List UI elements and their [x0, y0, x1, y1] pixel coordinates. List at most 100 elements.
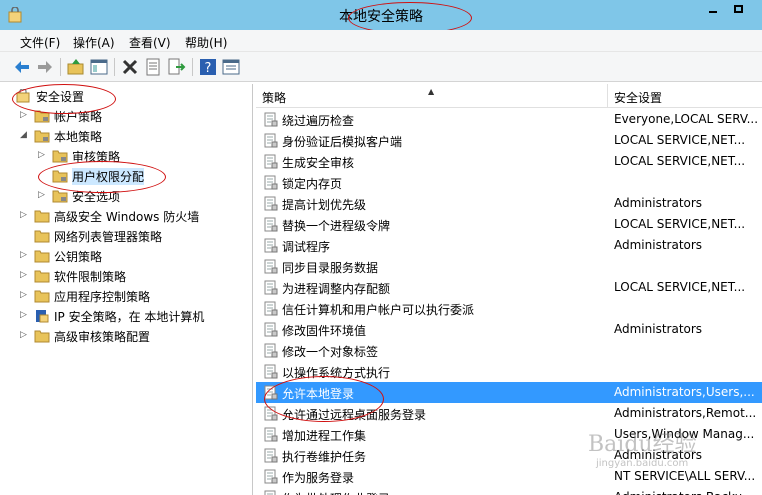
tree-item-application-control[interactable]: ▷ 应用程序控制策略 [0, 286, 252, 306]
watermark: Baidu经验 [588, 432, 697, 457]
tree-item-label: 帐户策略 [54, 110, 103, 124]
tree-item-label: IP 安全策略，在 本地计算机 [54, 310, 205, 324]
policy-icon [264, 133, 278, 148]
table-row[interactable]: 锁定内存页 [256, 172, 762, 193]
maximize-button[interactable] [726, 0, 752, 20]
tree-item-ip-security[interactable]: ▷ IP 安全策略，在 本地计算机 [0, 306, 252, 326]
table-row[interactable]: 以操作系统方式执行 [256, 361, 762, 382]
menu-help[interactable]: 帮助(H) [185, 34, 227, 51]
menu-action[interactable]: 操作(A) [73, 34, 115, 51]
chevron-right-icon[interactable]: ▷ [20, 310, 30, 320]
tree-item-software-restriction[interactable]: ▷ 软件限制策略 [0, 266, 252, 286]
toolbar-separator [60, 58, 61, 76]
policy-icon [264, 238, 278, 253]
table-row[interactable]: 作为服务登录 NT SERVICE\ALL SERV... [256, 466, 762, 487]
table-row[interactable]: 提高计划优先级 Administrators [256, 193, 762, 214]
chevron-right-icon[interactable]: ▷ [20, 270, 30, 280]
sort-ascending-icon: ▲ [428, 87, 435, 96]
tree-item-audit-policy[interactable]: ▷ 审核策略 [0, 146, 252, 166]
tree-item-windows-firewall[interactable]: ▷ 高级安全 Windows 防火墙 [0, 206, 252, 226]
policy-name: 绕过遍历检查 [282, 114, 355, 128]
chevron-right-icon[interactable]: ▷ [20, 110, 30, 120]
policy-name: 身份验证后模拟客户端 [282, 135, 403, 149]
table-row[interactable]: 作为批处理作业登录 Administrators,Backu... [256, 487, 762, 495]
toolbar-separator [114, 58, 115, 76]
table-row[interactable]: 允许本地登录 Administrators,Users,... [256, 382, 762, 403]
properties-button[interactable] [143, 57, 163, 77]
policy-name: 作为服务登录 [282, 471, 355, 485]
tree-item-label: 高级安全 Windows 防火墙 [54, 210, 200, 224]
table-row[interactable]: 修改固件环境值 Administrators [256, 319, 762, 340]
up-one-level-button[interactable] [66, 57, 86, 77]
tree-item-security-settings[interactable]: 安全设置 [0, 86, 252, 106]
tree-item-advanced-audit[interactable]: ▷ 高级审核策略配置 [0, 326, 252, 346]
tree-item-label: 用户权限分配 [72, 168, 145, 185]
security-setting-value: Administrators [614, 322, 703, 336]
watermark-url: jingyan.baidu.com [596, 458, 689, 469]
export-list-button[interactable] [166, 57, 186, 77]
maximize-icon [734, 5, 743, 13]
policy-name: 执行卷维护任务 [282, 450, 367, 464]
delete-button[interactable] [120, 57, 140, 77]
view-icon [222, 59, 240, 75]
forward-button[interactable] [35, 57, 55, 77]
locked-folder-icon [52, 170, 68, 183]
locked-folder-icon [52, 190, 68, 203]
tree-item-label: 审核策略 [72, 150, 121, 164]
table-row[interactable]: 信任计算机和用户帐户可以执行委派 [256, 298, 762, 319]
tree-item-label: 高级审核策略配置 [54, 330, 151, 344]
table-row[interactable]: 允许通过远程桌面服务登录 Administrators,Remot... [256, 403, 762, 424]
console-tree[interactable]: 安全设置 ▷ 帐户策略 ◢ 本地策略 ▷ 审核策略 用户权限分配 ▷ 安全选项 … [0, 84, 253, 495]
policy-name: 替换一个进程级令牌 [282, 219, 391, 233]
export-list-icon [168, 58, 186, 75]
tree-item-user-rights-assignment[interactable]: 用户权限分配 [0, 166, 252, 186]
folder-icon [34, 250, 50, 263]
show-hide-console-tree-button[interactable] [89, 57, 109, 77]
view-button[interactable] [221, 57, 241, 77]
tree-item-security-options[interactable]: ▷ 安全选项 [0, 186, 252, 206]
tree-item-public-key-policies[interactable]: ▷ 公钥策略 [0, 246, 252, 266]
back-arrow-icon [15, 61, 29, 73]
table-row[interactable]: 身份验证后模拟客户端 LOCAL SERVICE,NET... [256, 130, 762, 151]
chevron-right-icon[interactable]: ▷ [38, 190, 48, 200]
table-row[interactable]: 为进程调整内存配额 LOCAL SERVICE,NET... [256, 277, 762, 298]
table-row[interactable]: 调试程序 Administrators [256, 235, 762, 256]
tree-item-account-policies[interactable]: ▷ 帐户策略 [0, 106, 252, 126]
tree-item-network-list-manager[interactable]: 网络列表管理器策略 [0, 226, 252, 246]
toolbar: ? [0, 52, 762, 82]
chevron-right-icon[interactable]: ▷ [20, 290, 30, 300]
table-row[interactable]: 绕过遍历检查 Everyone,LOCAL SERV... [256, 109, 762, 130]
menu-view[interactable]: 查看(V) [129, 34, 171, 51]
help-button[interactable]: ? [198, 57, 218, 77]
table-row[interactable]: 替换一个进程级令牌 LOCAL SERVICE,NET... [256, 214, 762, 235]
tree-item-label: 安全设置 [36, 90, 85, 104]
tree-item-label: 应用程序控制策略 [54, 290, 151, 304]
properties-icon [146, 58, 160, 76]
security-setting-value: LOCAL SERVICE,NET... [614, 217, 746, 231]
chevron-right-icon[interactable]: ▷ [20, 250, 30, 260]
column-header-setting[interactable]: 安全设置 [608, 84, 762, 108]
tree-item-local-policies[interactable]: ◢ 本地策略 [0, 126, 252, 146]
table-row[interactable]: 同步目录服务数据 [256, 256, 762, 277]
policy-icon [264, 217, 278, 232]
policy-icon [264, 469, 278, 484]
chevron-down-icon[interactable]: ◢ [20, 130, 30, 140]
chevron-right-icon[interactable]: ▷ [20, 330, 30, 340]
svg-text:?: ? [205, 61, 212, 76]
security-setting-value: LOCAL SERVICE,NET... [614, 133, 746, 147]
chevron-right-icon[interactable]: ▷ [38, 150, 48, 160]
menu-file[interactable]: 文件(F) [20, 34, 60, 51]
policy-name: 增加进程工作集 [282, 429, 367, 443]
policy-name: 提高计划优先级 [282, 198, 367, 212]
back-button[interactable] [12, 57, 32, 77]
table-row[interactable]: 生成安全审核 LOCAL SERVICE,NET... [256, 151, 762, 172]
security-setting-value: Administrators,Remot... [614, 406, 757, 420]
policy-icon [264, 259, 278, 274]
folder-icon [34, 290, 50, 303]
minimize-button[interactable] [700, 0, 726, 20]
table-row[interactable]: 修改一个对象标签 [256, 340, 762, 361]
chevron-right-icon[interactable]: ▷ [20, 210, 30, 220]
column-header-policy[interactable]: 策略 ▲ [256, 84, 608, 108]
folder-icon [34, 210, 50, 223]
policy-icon [264, 364, 278, 379]
